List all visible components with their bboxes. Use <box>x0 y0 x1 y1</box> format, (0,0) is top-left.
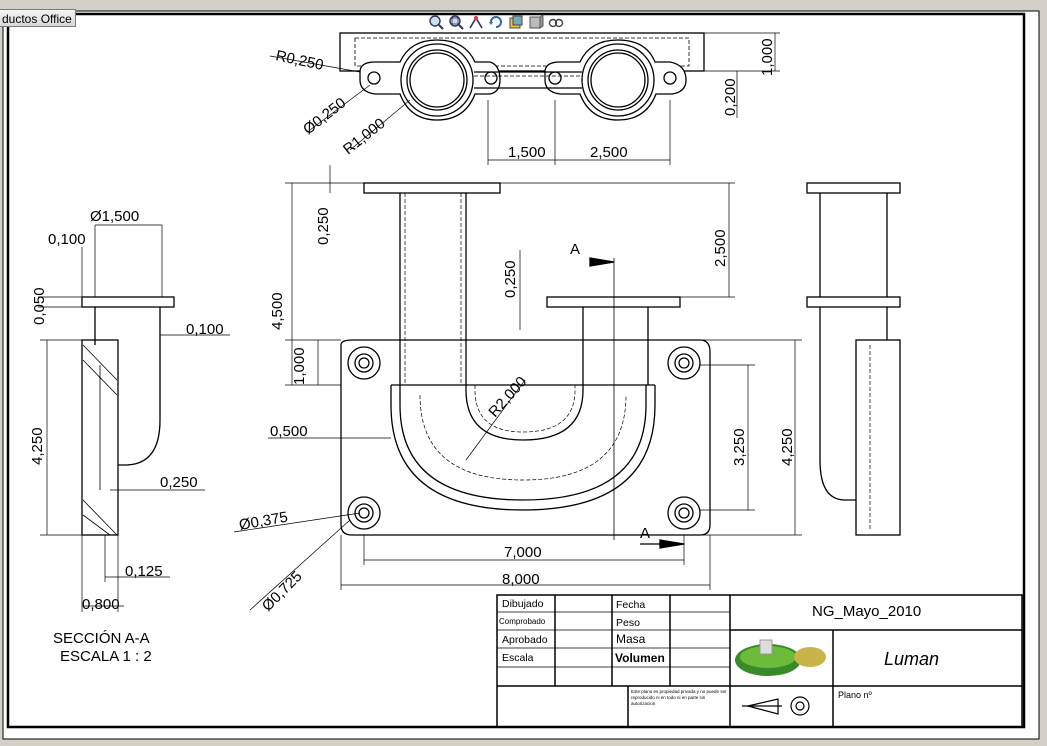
dim-4500: 4,500 <box>269 292 286 330</box>
dim-0100-right: 0,100 <box>186 321 224 338</box>
dim-0500: 0,500 <box>270 423 308 440</box>
dim-8000: 8,000 <box>502 571 540 588</box>
section-caption-line1: SECCIÓN A-A <box>53 630 150 647</box>
dim-0250-front: 0,250 <box>315 207 332 245</box>
tb-plano: Plano nº <box>838 690 873 700</box>
tb-note: Este plano es propiedad privada y no pue… <box>631 689 727 706</box>
dim-0250-section: 0,250 <box>160 474 198 491</box>
office-products-tab[interactable]: ductos Office <box>0 9 76 27</box>
dim-0125: 0,125 <box>125 563 163 580</box>
tb-signature: Luman <box>884 649 939 669</box>
section-label-a-top: A <box>570 241 580 258</box>
tb-comprobado: Comprobado <box>499 617 546 626</box>
dim-4250-section: 4,250 <box>29 427 46 465</box>
tb-aprobado: Aprobado <box>502 634 548 646</box>
view-orientation-icon[interactable] <box>468 14 484 30</box>
section-view-icon[interactable] <box>528 14 544 30</box>
dim-4250-front: 4,250 <box>779 428 796 466</box>
dim-dia1500: Ø1,500 <box>90 208 139 225</box>
section-label-a-bottom: A <box>640 525 650 542</box>
dim-2500-top: 2,500 <box>590 144 628 161</box>
zoom-area-icon[interactable] <box>448 14 464 30</box>
rotate-icon[interactable] <box>488 14 504 30</box>
section-caption-line2: ESCALA 1 : 2 <box>60 648 152 665</box>
dim-0200-top: 0,200 <box>722 78 739 116</box>
tb-masa: Masa <box>616 632 646 646</box>
dim-0250-mid: 0,250 <box>502 260 519 298</box>
tb-peso: Peso <box>616 617 640 629</box>
dim-0800: 0,800 <box>82 596 120 613</box>
dim-1500-top: 1,500 <box>508 144 546 161</box>
tb-volumen: Volumen <box>615 651 665 665</box>
dim-7000: 7,000 <box>504 544 542 561</box>
tb-fecha: Fecha <box>616 599 645 611</box>
dim-3250: 3,250 <box>731 428 748 466</box>
dim-1000-top: 1,000 <box>759 38 776 76</box>
dim-2500-front: 2,500 <box>712 229 729 267</box>
hide-show-icon[interactable] <box>548 14 564 30</box>
drawing-window: R0,250 Ø0,250 R1,000 1,500 2,500 1,000 0… <box>0 0 1047 741</box>
dim-0050: 0,050 <box>31 287 48 325</box>
zoom-to-fit-icon[interactable] <box>428 14 444 30</box>
drawing-sheet[interactable]: R0,250 Ø0,250 R1,000 1,500 2,500 1,000 0… <box>0 0 1047 741</box>
dim-0100-top: 0,100 <box>48 231 86 248</box>
dim-1000-front: 1,000 <box>291 347 308 385</box>
display-style-icon[interactable] <box>508 14 524 30</box>
heads-up-toolbar <box>428 14 564 32</box>
tb-title: NG_Mayo_2010 <box>812 603 921 620</box>
tb-dibujado: Dibujado <box>502 598 544 610</box>
tb-escala: Escala <box>502 652 534 664</box>
